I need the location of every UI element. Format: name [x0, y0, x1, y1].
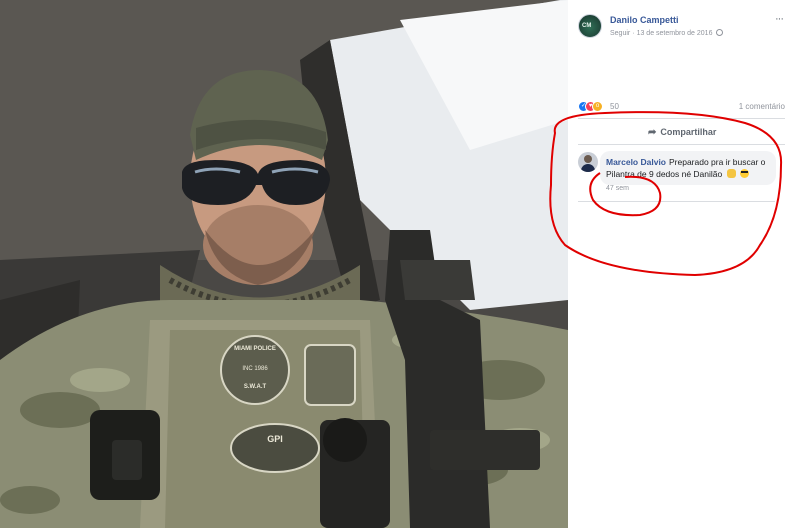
post-meta: Seguir · 13 de setembro de 2016: [610, 29, 724, 37]
author-name[interactable]: Danilo Campetti: [610, 15, 679, 25]
avatar-text: CM: [582, 23, 592, 29]
divider: [578, 118, 785, 119]
patch-top-text: MIAMI POLICE: [234, 346, 276, 352]
share-button[interactable]: ➦ Compartilhar: [648, 127, 716, 138]
commenter-avatar[interactable]: [578, 152, 598, 172]
comment-time[interactable]: 47 sem: [606, 185, 629, 192]
post-date[interactable]: 13 de setembro de 2016: [637, 30, 713, 37]
share-label: Compartilhar: [660, 127, 717, 137]
author-avatar[interactable]: CM: [578, 14, 602, 38]
more-icon[interactable]: ···: [775, 13, 784, 25]
patch-bottom-text: S.W.A.T: [243, 384, 267, 390]
sunglasses-emoji-icon: [740, 169, 749, 178]
globe-icon: [716, 29, 724, 36]
divider: [578, 144, 785, 145]
muscle-emoji-icon: [726, 169, 736, 178]
share-icon: ➦: [648, 127, 657, 138]
meta-separator: ·: [632, 30, 635, 37]
post-side-panel: CM Danilo Campetti Seguir · 13 de setembro…: [568, 0, 785, 528]
patch-lower-text: GPI: [267, 434, 283, 444]
commenter-name[interactable]: Marcelo Dalvio: [606, 157, 666, 167]
reaction-count[interactable]: 50: [610, 102, 619, 111]
comment-count[interactable]: 1 comentário: [739, 102, 785, 111]
photo-scene: [0, 0, 568, 528]
patch-mid-text: INC 1986: [242, 366, 268, 372]
follow-link[interactable]: Seguir: [610, 30, 630, 37]
comment-bubble: Marcelo Dalvio Preparado pra ir buscar o …: [600, 151, 776, 185]
wow-icon: o: [592, 101, 603, 112]
divider: [578, 201, 775, 202]
post-photo[interactable]: MIAMI POLICE INC 1986 S.W.A.T GPI: [0, 0, 568, 528]
